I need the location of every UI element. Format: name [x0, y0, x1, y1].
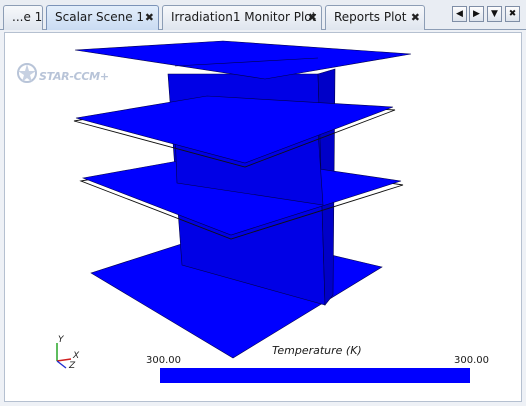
tab-label: Reports Plot [334, 10, 407, 24]
tab-strip: ...e 1 Scalar Scene 1 ✖ Irradiation1 Mon… [0, 0, 526, 30]
tab-label: Irradiation1 Monitor Plot [171, 10, 317, 24]
top-plate [74, 40, 412, 80]
scroll-left-icon[interactable]: ◀ [452, 6, 467, 22]
axis-z-label: Z [69, 361, 76, 371]
scene-window: ...e 1 Scalar Scene 1 ✖ Irradiation1 Mon… [0, 0, 526, 406]
close-icon[interactable]: ✖ [411, 6, 420, 29]
axis-y-label: Y [58, 335, 64, 345]
upper-middle-plate [75, 95, 394, 164]
axis-triad-icon: Y X Z [47, 335, 87, 373]
tab-label: ...e 1 [12, 10, 43, 24]
close-icon[interactable]: ✖ [145, 6, 154, 29]
scene-viewport[interactable]: STAR-CCM+ Temperature (K) 300.00 300.00 … [4, 32, 522, 402]
tab-list-icon[interactable]: ▼ [487, 6, 502, 22]
tab-label: Scalar Scene 1 [55, 10, 145, 24]
tab-scalar-scene-1[interactable]: Scalar Scene 1 ✖ [46, 5, 159, 30]
legend-max-label: 300.00 [454, 355, 489, 366]
legend-title: Temperature (K) [272, 344, 362, 357]
close-icon[interactable]: ✖ [308, 6, 317, 29]
close-icon[interactable]: ✖ [505, 6, 520, 22]
legend-min-label: 300.00 [146, 355, 181, 366]
legend-color-bar [160, 368, 470, 383]
scroll-right-icon[interactable]: ▶ [469, 6, 484, 22]
tab-reports-plot[interactable]: Reports Plot ✖ [325, 5, 425, 30]
tab-irradiation1-monitor-plot[interactable]: Irradiation1 Monitor Plot ✖ [162, 5, 322, 30]
axis-x-label: X [73, 351, 80, 361]
tab-scene[interactable]: ...e 1 [3, 5, 43, 30]
